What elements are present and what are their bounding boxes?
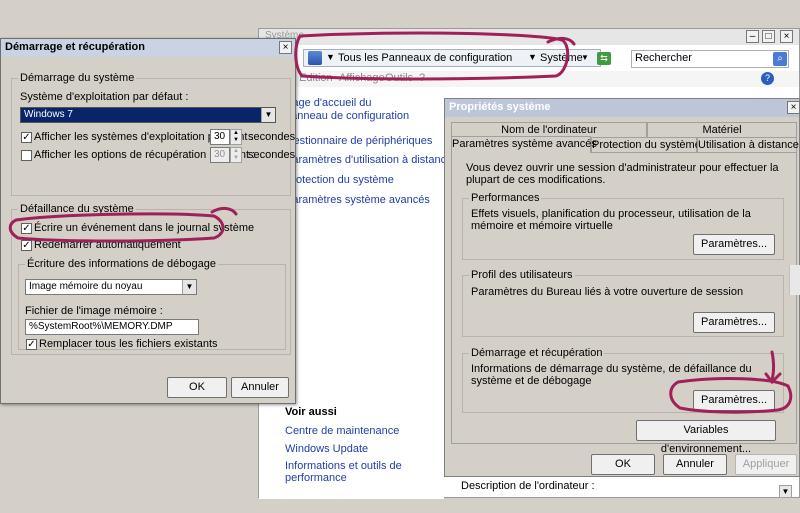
write-event-checkbox[interactable]: ✓ [21,223,32,234]
computer-description-label: Description de l'ordinateur : [461,480,595,492]
write-event-label: Écrire un événement dans le journal syst… [34,222,255,234]
menu-bar: Edition Affichage Outils ? ? [259,71,799,87]
system-properties-title: Propriétés système [449,101,551,113]
control-panel-titlebar: Système – □ × [259,29,799,45]
scroll-down-arrow-icon[interactable]: ▼ [779,485,792,498]
tab-hardware[interactable]: Matériel [647,122,797,137]
dump-file-label: Fichier de l'image mémoire : [25,305,163,317]
tab-protection[interactable]: Protection du système [591,137,701,152]
performance-settings-button[interactable]: Paramètres... [693,234,775,255]
system-failure-group-label: Défaillance du système [18,203,136,215]
startup-recovery-dialog: Démarrage et récupération × Démarrage du… [0,38,296,404]
menu-view[interactable]: Affichage [339,72,385,84]
user-profiles-settings-button[interactable]: Paramètres... [693,312,775,333]
nav-link-device-manager[interactable]: Gestionnaire de périphériques [285,135,432,147]
close-button[interactable]: × [787,101,800,114]
see-also-maintenance[interactable]: Centre de maintenance [285,425,399,437]
address-bar[interactable]: ▼ Tous les Panneaux de configuration ▼ S… [303,49,601,67]
dump-file-input[interactable]: %SystemRoot%\MEMORY.DMP [25,319,199,335]
scrollbar[interactable] [789,265,800,295]
show-os-list-seconds-input[interactable]: 30 [210,129,230,145]
dump-file-value: %SystemRoot%\MEMORY.DMP [29,321,173,332]
auto-restart-checkbox[interactable]: ✓ [21,240,32,251]
menu-help[interactable]: ? [419,72,425,84]
show-recovery-checkbox[interactable] [21,150,32,161]
menu-tools[interactable]: Outils [385,72,413,84]
breadcrumb-current[interactable]: Système [540,52,583,64]
performance-description: Effets visuels, planification du process… [471,208,751,232]
seconds-label: secondes [248,149,296,161]
dropdown-arrow-icon[interactable]: ▼ [581,53,589,62]
maximize-button[interactable]: □ [762,30,775,43]
chevron-down-icon[interactable]: ▼ [528,52,537,62]
nav-link-remote[interactable]: Paramètres d'utilisation à distance [285,154,452,166]
help-icon[interactable]: ? [761,72,774,85]
seconds-label: secondes [248,131,296,143]
see-also-windows-update[interactable]: Windows Update [285,443,368,455]
debug-info-group-label: Écriture des informations de débogage [25,258,218,270]
search-icon[interactable]: ⌕ [773,52,787,66]
nav-link-advanced[interactable]: Paramètres système avancés [285,194,430,206]
chevron-down-icon[interactable]: ▼ [261,108,275,122]
minimize-button[interactable]: – [746,30,759,43]
close-button[interactable]: × [279,41,292,54]
system-failure-group: Défaillance du système ✓ Écrire un événe… [11,203,291,355]
chevron-down-icon[interactable]: ▼ [326,52,335,62]
default-os-label: Système d'exploitation par défaut : [20,91,189,103]
user-profiles-description: Paramètres du Bureau liés à votre ouvert… [471,286,744,298]
control-panel-icon [308,51,322,65]
tab-computer-name[interactable]: Nom de l'ordinateur [451,122,647,137]
apply-button[interactable]: Appliquer [735,454,797,475]
startup-recovery-group-label: Démarrage et récupération [469,347,605,359]
close-button[interactable]: × [780,30,793,43]
debug-info-group: Écriture des informations de débogage Im… [18,258,286,350]
search-input[interactable]: Rechercher [631,50,789,68]
user-profiles-group: Profil des utilisateurs Paramètres du Bu… [462,269,784,337]
tab-advanced[interactable]: Paramètres système avancés [451,136,597,153]
performance-group-label: Performances [469,192,542,204]
tab-remote[interactable]: Utilisation à distance [697,137,799,152]
ok-button[interactable]: OK [167,377,227,398]
see-also-performance[interactable]: Informations et outils de performance [285,460,405,484]
tab-panel: Vous devez ouvrir une session d'administ… [451,152,797,455]
show-recovery-seconds-value: 30 [214,149,226,160]
refresh-icon[interactable]: ⇆ [597,52,611,65]
system-properties-titlebar: Propriétés système × [445,99,800,117]
startup-recovery-settings-button[interactable]: Paramètres... [693,390,775,411]
default-os-select[interactable]: Windows 7 ▼ [20,107,276,123]
user-profiles-group-label: Profil des utilisateurs [469,269,575,281]
default-os-value: Windows 7 [24,109,73,120]
startup-recovery-group: Démarrage et récupération Informations d… [462,347,784,413]
show-recovery-spinner[interactable]: ▲ ▼ [230,147,242,163]
environment-variables-button[interactable]: Variables d'environnement... [636,420,776,455]
system-startup-group-label: Démarrage du système [18,72,137,84]
auto-restart-label: Redémarrer automatiquement [34,239,181,251]
debug-type-value: Image mémoire du noyau [29,281,143,292]
see-also-title: Voir aussi [285,406,337,418]
chevron-down-icon[interactable]: ▼ [182,280,196,294]
show-os-list-checkbox[interactable]: ✓ [21,132,32,143]
show-os-list-spinner[interactable]: ▲ ▼ [230,129,242,145]
menu-edit[interactable]: Edition [299,72,333,84]
search-placeholder: Rechercher [635,52,692,64]
breadcrumb-root[interactable]: Tous les Panneaux de configuration [338,52,512,64]
startup-recovery-titlebar: Démarrage et récupération × [1,39,295,57]
overwrite-checkbox[interactable]: ✓ [26,339,37,350]
nav-link-protection[interactable]: Protection du système [285,174,394,186]
show-os-list-seconds-value: 30 [214,131,226,142]
nav-link-home[interactable]: Page d'accueil du panneau de configurati… [285,97,415,123]
startup-recovery-title: Démarrage et récupération [5,41,145,53]
overwrite-label: Remplacer tous les fichiers existants [39,338,218,350]
cancel-button[interactable]: Annuler [231,377,289,398]
system-startup-group: Démarrage du système Système d'exploitat… [11,72,295,196]
performance-group: Performances Effets visuels, planificati… [462,192,784,260]
show-recovery-seconds-input[interactable]: 30 [210,147,230,163]
startup-recovery-description: Informations de démarrage du système, de… [471,363,752,387]
ok-button[interactable]: OK [591,454,655,475]
system-properties-dialog: Propriétés système × Nom de l'ordinateur… [444,98,800,477]
cancel-button[interactable]: Annuler [663,454,727,475]
debug-type-select[interactable]: Image mémoire du noyau ▼ [25,279,197,295]
admin-note: Vous devez ouvrir une session d'administ… [466,162,779,186]
